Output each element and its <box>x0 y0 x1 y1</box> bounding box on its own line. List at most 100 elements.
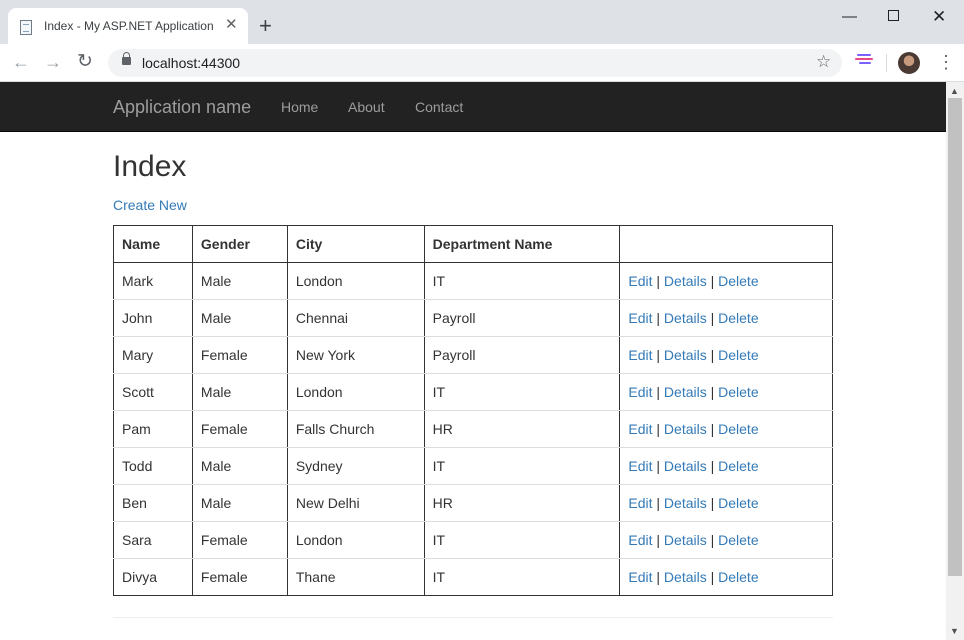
delete-link[interactable]: Delete <box>718 458 758 474</box>
window-close-icon[interactable]: ✕ <box>932 8 946 26</box>
edit-link[interactable]: Edit <box>628 569 652 585</box>
edit-link[interactable]: Edit <box>628 273 652 289</box>
reload-icon[interactable]: ↻ <box>77 52 93 72</box>
delete-link[interactable]: Delete <box>718 421 758 437</box>
delete-link[interactable]: Delete <box>718 495 758 511</box>
cell-gender: Female <box>191 521 288 559</box>
separator: | <box>710 569 715 585</box>
edit-link[interactable]: Edit <box>628 495 652 511</box>
site-navbar: Application name Home About Contact <box>0 82 946 132</box>
address-bar[interactable]: localhost:44300 ☆ <box>108 49 842 77</box>
extension-icon[interactable] <box>855 54 873 68</box>
details-link[interactable]: Details <box>664 458 707 474</box>
arrow-left-icon[interactable]: ← <box>12 52 30 72</box>
avatar[interactable] <box>898 52 920 74</box>
cell-actions: Edit | Details | Delete <box>619 336 833 374</box>
edit-link[interactable]: Edit <box>628 421 652 437</box>
separator: | <box>710 347 715 363</box>
column-header-name: Name <box>113 225 193 263</box>
separator: | <box>656 569 661 585</box>
details-link[interactable]: Details <box>664 421 707 437</box>
cell-department: Payroll <box>423 299 621 337</box>
separator: | <box>656 310 661 326</box>
separator: | <box>656 384 661 400</box>
page-title: Index <box>113 150 187 183</box>
table-header-row: Name Gender City Department Name <box>113 225 833 263</box>
cell-actions: Edit | Details | Delete <box>619 521 833 559</box>
cell-city: Sydney <box>286 447 425 485</box>
kebab-menu-icon[interactable]: ⋮ <box>937 52 955 72</box>
scroll-down-icon[interactable]: ▼ <box>950 626 959 636</box>
scroll-thumb[interactable] <box>948 98 962 576</box>
table-row: Divya Female Thane IT Edit | Details | Delet… <box>113 558 833 596</box>
star-icon[interactable]: ☆ <box>816 52 831 72</box>
create-new-link[interactable]: Create New <box>113 197 187 213</box>
delete-link[interactable]: Delete <box>718 569 758 585</box>
maximize-icon[interactable] <box>888 10 899 21</box>
minimize-icon[interactable]: — <box>842 8 857 26</box>
cell-gender: Male <box>191 484 288 522</box>
page-viewport: Application name Home About Contact Inde… <box>0 82 946 640</box>
edit-link[interactable]: Edit <box>628 458 652 474</box>
arrow-right-icon[interactable]: → <box>44 52 62 72</box>
cell-actions: Edit | Details | Delete <box>619 262 833 300</box>
table-row: Mary Female New York Payroll Edit | Details … <box>113 336 833 374</box>
edit-link[interactable]: Edit <box>628 347 652 363</box>
delete-link[interactable]: Delete <box>718 347 758 363</box>
vertical-scrollbar[interactable]: ▲ ▼ <box>946 82 964 640</box>
cell-city: London <box>286 373 425 411</box>
cell-city: London <box>286 262 425 300</box>
delete-link[interactable]: Delete <box>718 384 758 400</box>
close-icon[interactable]: ✕ <box>225 16 238 34</box>
delete-link[interactable]: Delete <box>718 310 758 326</box>
nav-about-link[interactable]: About <box>348 99 385 115</box>
edit-link[interactable]: Edit <box>628 310 652 326</box>
edit-link[interactable]: Edit <box>628 532 652 548</box>
details-link[interactable]: Details <box>664 310 707 326</box>
delete-link[interactable]: Delete <box>718 532 758 548</box>
brand-link[interactable]: Application name <box>113 97 251 118</box>
cell-department: HR <box>423 484 621 522</box>
separator: | <box>710 495 715 511</box>
separator: | <box>656 495 661 511</box>
url-text[interactable]: localhost:44300 <box>142 55 240 71</box>
table-row: Pam Female Falls Church HR Edit | Details | … <box>113 410 833 448</box>
cell-gender: Male <box>191 373 288 411</box>
separator: | <box>710 310 715 326</box>
separator: | <box>656 458 661 474</box>
separator: | <box>710 421 715 437</box>
cell-actions: Edit | Details | Delete <box>619 373 833 411</box>
edit-link[interactable]: Edit <box>628 384 652 400</box>
delete-link[interactable]: Delete <box>718 273 758 289</box>
nav-home-link[interactable]: Home <box>281 99 318 115</box>
table-row: John Male Chennai Payroll Edit | Details | D… <box>113 299 833 337</box>
details-link[interactable]: Details <box>664 569 707 585</box>
browser-tab[interactable]: Index - My ASP.NET Application ✕ <box>8 8 248 44</box>
cell-name: Mary <box>113 336 193 374</box>
cell-city: New Delhi <box>286 484 425 522</box>
details-link[interactable]: Details <box>664 532 707 548</box>
footer-divider <box>113 617 833 618</box>
cell-gender: Female <box>191 410 288 448</box>
details-link[interactable]: Details <box>664 347 707 363</box>
cell-name: Todd <box>113 447 193 485</box>
column-header-city: City <box>286 225 425 263</box>
column-header-gender: Gender <box>191 225 288 263</box>
nav-contact-link[interactable]: Contact <box>415 99 463 115</box>
details-link[interactable]: Details <box>664 384 707 400</box>
table-row: Todd Male Sydney IT Edit | Details | Delete <box>113 447 833 485</box>
scroll-up-icon[interactable]: ▲ <box>950 86 959 96</box>
cell-city: London <box>286 521 425 559</box>
cell-name: Divya <box>113 558 193 596</box>
page-icon <box>20 20 32 35</box>
separator: | <box>710 273 715 289</box>
details-link[interactable]: Details <box>664 273 707 289</box>
table-row: Sara Female London IT Edit | Details | Delet… <box>113 521 833 559</box>
details-link[interactable]: Details <box>664 495 707 511</box>
plus-icon[interactable]: + <box>259 15 272 37</box>
separator: | <box>656 347 661 363</box>
table-row: Scott Male London IT Edit | Details | Delete <box>113 373 833 411</box>
cell-city: Chennai <box>286 299 425 337</box>
separator: | <box>710 458 715 474</box>
separator: | <box>656 273 661 289</box>
